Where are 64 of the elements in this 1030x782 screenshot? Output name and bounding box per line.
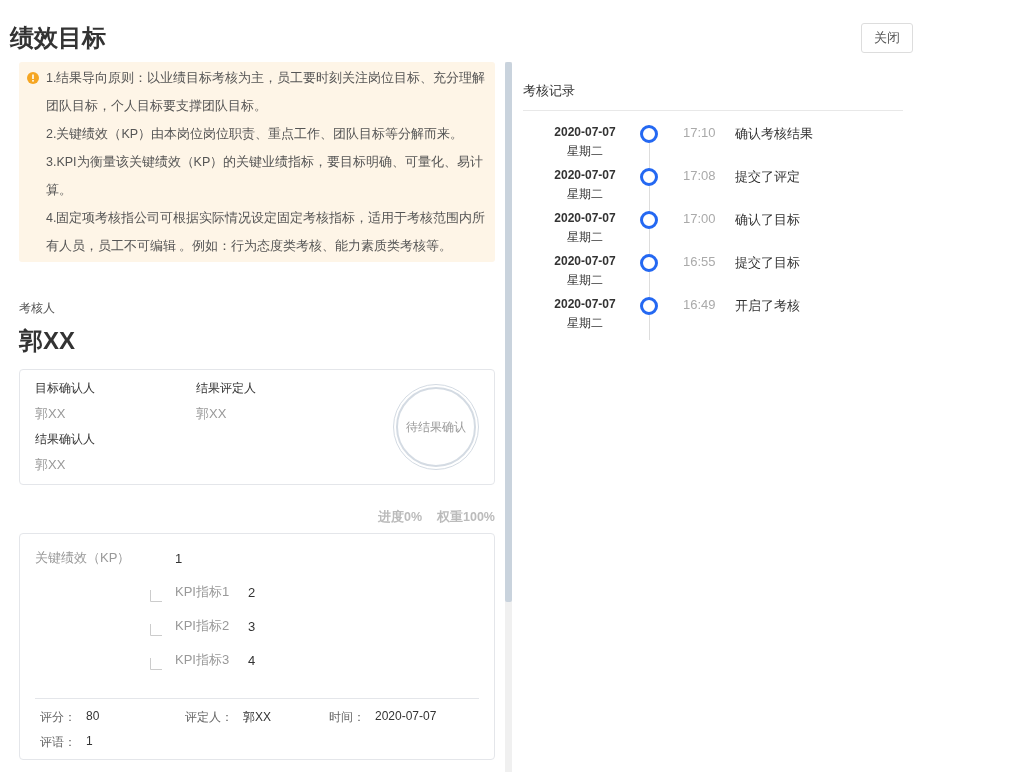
record-weekday: 星期二 (567, 229, 603, 246)
reviewer-name: 郭XX (19, 326, 76, 356)
notice-text: 3.KPI为衡量该关键绩效（KP）的关键业绩指标，要目标明确、可量化、易计算。 (46, 154, 485, 199)
kpi-value: 3 (248, 618, 256, 634)
time-value: 2020-07-07 (375, 709, 437, 725)
record-time: 17:10 (683, 125, 717, 142)
record-weekday: 星期二 (567, 315, 603, 332)
record-weekday: 星期二 (567, 143, 603, 160)
timeline-dot-icon (640, 254, 658, 272)
record-action: 确认了目标 (735, 211, 800, 229)
comment-value: 1 (86, 734, 93, 750)
warning-icon (27, 72, 39, 84)
approver-label: 结果确认人 (35, 431, 96, 448)
approver-name: 郭XX (35, 405, 67, 423)
timeline-dot-icon (640, 125, 658, 143)
kpi-value: 4 (248, 652, 256, 668)
record-time: 16:49 (683, 297, 717, 314)
approver-name: 郭XX (196, 405, 228, 423)
record-weekday: 星期二 (567, 186, 603, 203)
record-date: 2020-07-07 (554, 125, 616, 139)
record-date: 2020-07-07 (554, 211, 616, 225)
kpi-value: 2 (248, 584, 256, 600)
score-value: 80 (86, 709, 100, 725)
weight-text: 权重100% (437, 509, 495, 526)
approver-label: 结果评定人 (196, 380, 257, 397)
progress-text: 进度0% (377, 509, 422, 526)
record-date: 2020-07-07 (554, 297, 616, 311)
record-time: 17:08 (683, 168, 717, 185)
close-button[interactable]: 关闭 (861, 23, 913, 53)
kpi-label: KPI指标1 (175, 583, 231, 601)
stamp-text: 待结果确认 (396, 387, 476, 467)
record-time: 17:00 (683, 211, 717, 228)
record-action: 提交了评定 (735, 168, 800, 186)
notice-text: 4.固定项考核指公司可根据实际情况设定固定考核指标，适用于考核范围内所有人员，员工不可编辑 。例如：行为态度类考核、能力素质类考核等。 (46, 210, 487, 255)
comment-label: 评语： (40, 734, 76, 751)
approver-name: 郭XX (35, 456, 67, 474)
notice-text: 2.关键绩效（KP）由本岗位岗位职责、重点工作、团队目标等分解而来。 (46, 126, 465, 143)
reviewer-label: 考核人 (19, 300, 56, 317)
kpi-label: KPI指标3 (175, 651, 231, 669)
score-label: 评分： (40, 709, 76, 726)
kpi-label: KPI指标2 (175, 617, 231, 635)
time-label: 时间： (329, 709, 365, 726)
timeline-dot-icon (640, 211, 658, 229)
rater-label: 评定人： (185, 709, 233, 726)
tree-elbow-icon (150, 658, 162, 670)
record-action: 开启了考核 (735, 297, 800, 315)
tree-elbow-icon (150, 624, 162, 636)
record-date: 2020-07-07 (554, 168, 616, 182)
records-title: 考核记录 (523, 62, 903, 111)
tree-elbow-icon (150, 590, 162, 602)
record-action: 确认考核结果 (735, 125, 813, 143)
approver-label: 目标确认人 (35, 380, 96, 397)
rater-name: 郭XX (243, 709, 271, 726)
record-weekday: 星期二 (567, 272, 603, 289)
timeline-dot-icon (640, 168, 658, 186)
record-action: 提交了目标 (735, 254, 800, 272)
timeline-dot-icon (640, 297, 658, 315)
notice-text: 1.结果导向原则：以业绩目标考核为主，员工要时刻关注岗位目标、充分理解团队目标，个人目标要支撑团队目标。 (46, 70, 487, 115)
page-title: 绩效目标 (10, 23, 106, 53)
kp-label: 关键绩效（KP） (35, 549, 132, 567)
record-date: 2020-07-07 (554, 254, 616, 268)
scrollbar[interactable] (505, 62, 512, 772)
record-time: 16:55 (683, 254, 717, 271)
kp-value: 1 (175, 550, 183, 566)
